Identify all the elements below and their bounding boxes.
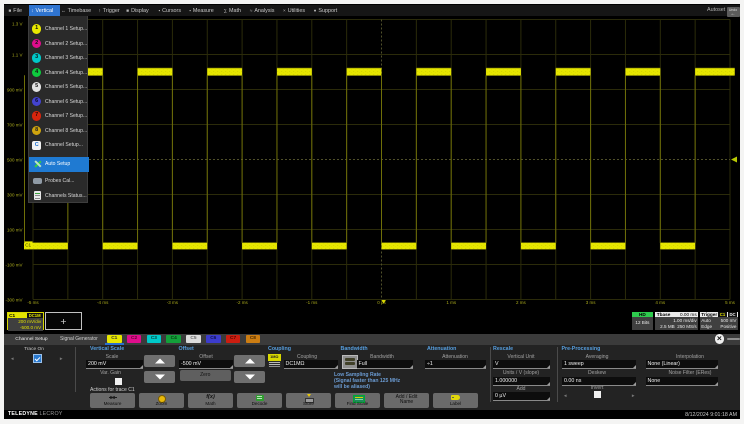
svg-text:900 mV: 900 mV <box>7 88 23 93</box>
svg-text:-4 ms: -4 ms <box>97 300 109 305</box>
svg-text:-300 mV: -300 mV <box>5 298 22 303</box>
svg-text:-2 ms: -2 ms <box>236 300 248 305</box>
svg-text:3 ms: 3 ms <box>586 300 597 305</box>
svg-text:700 mV: 700 mV <box>7 123 23 128</box>
svg-text:C1: C1 <box>25 242 31 247</box>
svg-text:300 mV: 300 mV <box>7 193 23 198</box>
svg-text:500 mV: 500 mV <box>7 158 23 163</box>
svg-text:-100 mV: -100 mV <box>5 263 22 268</box>
svg-text:-3 ms: -3 ms <box>167 300 179 305</box>
svg-text:1.3 V: 1.3 V <box>12 22 23 27</box>
svg-text:2 ms: 2 ms <box>516 300 527 305</box>
svg-text:5 ms: 5 ms <box>725 300 736 305</box>
svg-text:4 ms: 4 ms <box>655 300 666 305</box>
svg-text:1 ms: 1 ms <box>446 300 457 305</box>
svg-text:100 mV: 100 mV <box>7 228 23 233</box>
svg-text:-5 ms: -5 ms <box>27 300 39 305</box>
svg-text:1.1 V: 1.1 V <box>12 53 23 58</box>
svg-text:-1 ms: -1 ms <box>306 300 318 305</box>
